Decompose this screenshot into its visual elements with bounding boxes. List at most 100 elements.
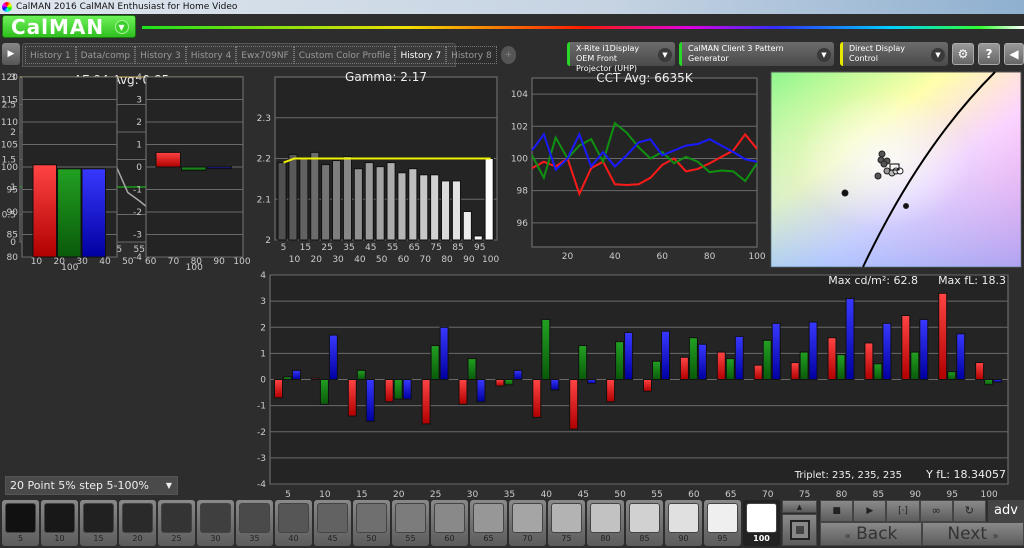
x-tick-label: 20 bbox=[562, 252, 574, 262]
next-button[interactable]: Next » bbox=[922, 522, 1024, 546]
swatch-75[interactable]: 75 bbox=[548, 500, 585, 546]
swatch-45[interactable]: 45 bbox=[314, 500, 351, 546]
x-tick-label: 70 bbox=[420, 255, 432, 265]
swatch-55[interactable]: 55 bbox=[392, 500, 429, 546]
swatch-35[interactable]: 35 bbox=[236, 500, 273, 546]
swatch-60[interactable]: 60 bbox=[431, 500, 468, 546]
swatch-40[interactable]: 40 bbox=[275, 500, 312, 546]
swatch-80[interactable]: 80 bbox=[587, 500, 624, 546]
x-tick-label: 20 bbox=[393, 490, 405, 499]
swatch-20[interactable]: 20 bbox=[119, 500, 156, 546]
point-set-label: 20 Point 5% step 5-100% bbox=[10, 479, 149, 492]
gamma-bar bbox=[277, 162, 287, 241]
tab-history-1[interactable]: History 1 bbox=[25, 46, 76, 64]
y-tick-label: 115 bbox=[1, 96, 18, 106]
swatch-10[interactable]: 10 bbox=[41, 500, 78, 546]
bar-green bbox=[319, 379, 329, 405]
help-button[interactable]: ? bbox=[978, 43, 1000, 65]
gamma-bar bbox=[430, 174, 440, 241]
gamma-bar bbox=[288, 153, 298, 241]
swatch-color bbox=[239, 503, 270, 533]
tab-data-comp[interactable]: Data/comp bbox=[75, 46, 136, 64]
y-tick-label: 90 bbox=[7, 208, 19, 218]
tab-history-3[interactable]: History 3 bbox=[135, 46, 186, 64]
y-tick-label: 2.2 bbox=[257, 155, 271, 165]
swatch-5[interactable]: 5 bbox=[2, 500, 39, 546]
loop-button[interactable]: ∞ bbox=[919, 500, 953, 522]
y-tick-label: -1 bbox=[257, 402, 266, 412]
swatch-25[interactable]: 25 bbox=[158, 500, 195, 546]
x-tick-label: 50 bbox=[376, 255, 388, 265]
bar-blue bbox=[587, 379, 597, 384]
rgb-offset-chart: -4 -3 -2 -1 0 1 2 3 4 100 bbox=[133, 73, 244, 273]
meter-select[interactable]: X-Rite i1Display OEM Front Projector (UH… bbox=[567, 42, 675, 73]
stop-button[interactable]: ■ bbox=[820, 500, 854, 522]
tab-history-7[interactable]: History 7 bbox=[395, 46, 447, 64]
swatch-70[interactable]: 70 bbox=[509, 500, 546, 546]
settings-button[interactable]: ⚙ bbox=[952, 43, 974, 65]
swatch-30[interactable]: 30 bbox=[197, 500, 234, 546]
display-control-label: Direct Display Control bbox=[849, 44, 905, 63]
advanced-button[interactable]: adv bbox=[988, 500, 1024, 522]
bar-green bbox=[467, 358, 477, 381]
play-button[interactable]: ▶ bbox=[853, 500, 887, 522]
scroll-up-button[interactable]: ▲ bbox=[782, 500, 817, 513]
bar-red bbox=[643, 379, 652, 392]
bar-red bbox=[679, 356, 689, 381]
sidebar-toggle-button[interactable]: ▶ bbox=[2, 43, 20, 65]
bar-green bbox=[181, 166, 207, 171]
bar-red bbox=[975, 362, 985, 380]
step-button[interactable]: [·] bbox=[886, 500, 920, 522]
tab-ewx709nf[interactable]: Ewx709NF bbox=[236, 46, 294, 64]
swatch-label: 35 bbox=[249, 534, 260, 543]
swatch-color bbox=[668, 503, 699, 533]
swatch-label: 100 bbox=[753, 534, 770, 543]
swatch-85[interactable]: 85 bbox=[626, 500, 663, 546]
swatch-label: 45 bbox=[327, 534, 338, 543]
collapse-button[interactable]: ◀ bbox=[1004, 43, 1024, 65]
y-tick-label: 105 bbox=[1, 141, 18, 151]
gamma-bar bbox=[332, 160, 342, 241]
y-tick-label: 2 bbox=[136, 118, 142, 128]
add-tab-button[interactable]: + bbox=[500, 46, 517, 64]
y-tick-label: 1 bbox=[136, 141, 142, 151]
back-button[interactable]: « Back bbox=[820, 522, 922, 546]
tab-custom-color-profile[interactable]: Custom Color Profile bbox=[293, 46, 396, 64]
x-tick-label: 90 bbox=[463, 255, 475, 265]
swatch-50[interactable]: 50 bbox=[353, 500, 390, 546]
pattern-toggle-button[interactable] bbox=[782, 514, 817, 546]
x-tick-label: 80 bbox=[704, 252, 716, 262]
display-control-select[interactable]: Direct Display Control ▼ bbox=[840, 42, 948, 66]
bar-green bbox=[578, 345, 588, 381]
refresh-button[interactable]: ↻ bbox=[952, 500, 987, 522]
bar-blue bbox=[808, 321, 818, 380]
bar-blue bbox=[919, 318, 929, 381]
x-tick-label: 65 bbox=[409, 243, 420, 253]
gamma-bar bbox=[353, 168, 363, 241]
y-tick-label: -3 bbox=[257, 454, 266, 464]
y-tick-label: 80 bbox=[7, 253, 19, 263]
swatch-90[interactable]: 90 bbox=[665, 500, 702, 546]
gamma-bar bbox=[375, 166, 385, 241]
gamma-chart: 22.12.22.3510152025303540455055606570758… bbox=[257, 70, 500, 265]
y-tick-label: -2 bbox=[133, 208, 142, 218]
tab-history-4[interactable]: History 4 bbox=[185, 46, 237, 64]
chevron-down-icon: ▼ bbox=[165, 481, 172, 490]
swatch-15[interactable]: 15 bbox=[80, 500, 117, 546]
bar-blue bbox=[661, 330, 670, 381]
charts-area: 00.511.522.53510152025303540455055606570… bbox=[1, 70, 1022, 499]
pattern-generator-select[interactable]: CalMAN Client 3 Pattern Generator ▼ bbox=[679, 42, 834, 66]
swatch-color bbox=[200, 503, 231, 533]
triplet-label: Triplet: 235, 235, 235 bbox=[794, 470, 902, 481]
swatch-95[interactable]: 95 bbox=[704, 500, 741, 546]
y-tick-label: -4 bbox=[257, 480, 266, 490]
calman-menu-button[interactable]: CalMAN ▼ bbox=[2, 15, 136, 38]
cie-chart bbox=[770, 71, 1022, 268]
swatch-65[interactable]: 65 bbox=[470, 500, 507, 546]
point-set-select[interactable]: 20 Point 5% step 5-100% ▼ bbox=[5, 476, 178, 495]
swatch-100[interactable]: 100 bbox=[743, 500, 780, 546]
max-cd-label: Max cd/m²: 62.8 bbox=[828, 274, 918, 287]
tab-history-8[interactable]: History 8 bbox=[446, 46, 497, 64]
x-tick-label: 65 bbox=[725, 490, 736, 499]
y-tick-label: 100 bbox=[1, 163, 18, 173]
